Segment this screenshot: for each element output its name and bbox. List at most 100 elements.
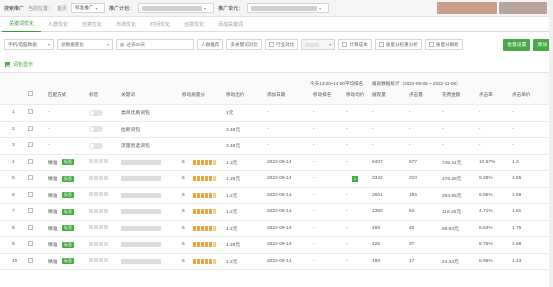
table-row[interactable]: 9 精准 标签 6 1.28元 2022-09-14 - - 425 37 8.70% 1.58: [0, 237, 553, 254]
bid-price[interactable]: 1.2元: [226, 258, 237, 265]
match-type[interactable]: -: [48, 110, 50, 115]
col-avg[interactable]: 移动均价: [346, 92, 364, 98]
match-type[interactable]: 精准: [48, 192, 58, 199]
industry-compare-toggle[interactable]: 行业对比: [264, 39, 299, 50]
batch-settings-button[interactable]: 批量设置: [503, 38, 531, 51]
table-row[interactable]: 3 - 流量智选词包 3.48元 - - - - - - - -: [0, 138, 553, 155]
table-row[interactable]: 1 - 类目优质词包 1元 - - - - - - - -: [0, 105, 553, 122]
bid-price[interactable]: 1.28元: [226, 241, 240, 248]
tab-market-optimize[interactable]: 市场优化: [109, 17, 143, 32]
row-checkbox[interactable]: [28, 158, 33, 164]
col-cpc[interactable]: 点击单价: [512, 92, 530, 98]
table-row[interactable]: 8 精准 标签 6 1.2元 2022-09-14 - - 469 40 69.93元 8.53% 1.…: [0, 221, 553, 237]
col-rank[interactable]: 移动排名: [313, 92, 331, 98]
scrollbar[interactable]: [549, 0, 553, 287]
row-checkbox[interactable]: [28, 191, 33, 197]
checkbox[interactable]: [378, 42, 384, 47]
bid-price[interactable]: 3.48元: [226, 142, 240, 149]
keyword-text[interactable]: 拉新词包: [121, 126, 140, 133]
keyword-toggle[interactable]: [89, 126, 103, 133]
match-type[interactable]: -: [48, 127, 50, 132]
table-row[interactable]: 10 精准 标签 6 1.2元 2022-09-14 - - 189 17 24.33元 8.99% 1…: [0, 254, 553, 270]
row-checkbox[interactable]: [28, 175, 33, 181]
date-range-input[interactable]: ▦ 过去30天: [116, 39, 194, 50]
row-checkbox[interactable]: [28, 208, 33, 214]
match-type[interactable]: 精准: [48, 225, 58, 232]
row-checkbox[interactable]: [28, 224, 33, 230]
table-row[interactable]: 2 - 拉新词包 3.48元 - - - - - - - -: [0, 122, 553, 138]
match-type[interactable]: 精准: [48, 258, 58, 265]
quality-bars: [193, 258, 216, 264]
home-link[interactable]: 首页: [57, 5, 67, 12]
device-select[interactable]: 手机/电脑数据 ▾: [4, 39, 54, 50]
tab-crowd-optimize[interactable]: 人群优化: [41, 17, 75, 32]
checkbox[interactable]: [268, 42, 274, 47]
tab-add-keyword[interactable]: 添加关键词: [211, 17, 250, 32]
tab-creative-optimize[interactable]: 创意优化: [75, 17, 109, 32]
plan-select[interactable]: ▾: [138, 3, 215, 13]
row-checkbox[interactable]: [28, 241, 33, 247]
bid-price[interactable]: 1.2元: [226, 208, 237, 215]
table-row[interactable]: 6 精准 标签 6 1.2元 2022-09-14 - - 2661 185 293.55元 6.95…: [0, 188, 553, 204]
tab-time-optimize[interactable]: 时间优化: [143, 17, 177, 32]
match-type[interactable]: -: [48, 143, 50, 148]
row-checkbox[interactable]: [28, 109, 33, 115]
col-match[interactable]: 匹配方式: [48, 92, 66, 98]
row-checkbox[interactable]: [28, 142, 33, 148]
keyword-text[interactable]: 流量智选词包: [121, 142, 150, 149]
checkbox[interactable]: [428, 42, 434, 47]
table-row[interactable]: 5 精准 标签 6 1.28元 2022-09-14 - 1 3342 310 476.28元 9.2…: [0, 171, 553, 188]
table-row[interactable]: 4 精准 标签 6 1.3元 2022-09-14 - - 5407 577 746.31元 10.6…: [0, 155, 553, 171]
tab-creative-optimize-2[interactable]: 创意优化: [177, 17, 211, 32]
bid-price[interactable]: 1.2元: [226, 225, 237, 232]
compute-cost-toggle[interactable]: 计算成本: [338, 39, 372, 50]
bid-price[interactable]: 1.28元: [226, 175, 240, 182]
keyword-blurred[interactable]: [121, 258, 161, 264]
keyword-blurred[interactable]: [121, 192, 161, 198]
keyword-toggle[interactable]: [89, 109, 103, 116]
avg-price: -: [346, 258, 348, 264]
industry-select[interactable]: ▾: [301, 39, 336, 50]
keyword-text[interactable]: 类目优质词包: [121, 109, 150, 116]
col-clicks[interactable]: 点击量: [409, 92, 423, 98]
multi-keyword-compare-button[interactable]: 多关键词对比: [226, 39, 262, 50]
col-cost[interactable]: 花费金额: [442, 92, 460, 98]
match-type[interactable]: 精准: [48, 159, 58, 166]
row-checkbox[interactable]: [28, 125, 33, 131]
keyword-blurred[interactable]: [121, 209, 161, 215]
bid-price[interactable]: 3.48元: [226, 126, 240, 133]
keyword-blurred[interactable]: [121, 176, 161, 182]
quality-score-button[interactable]: 质量分解析: [424, 39, 463, 50]
crowd-recommend-button[interactable]: 人群推荐: [197, 39, 224, 50]
tag-placeholders: [89, 258, 109, 264]
unit-select[interactable]: ▾: [247, 3, 330, 13]
col-date[interactable]: 添加日期: [267, 92, 285, 98]
keyword-blurred[interactable]: [121, 225, 161, 231]
chevron-down-icon: ▾: [204, 5, 207, 11]
rank-badge[interactable]: 1: [352, 175, 358, 182]
select-all-checkbox[interactable]: [28, 91, 33, 96]
col-impressions[interactable]: 展现量: [372, 92, 386, 98]
checkbox-checked[interactable]: [5, 62, 10, 67]
bid-price[interactable]: 1.2元: [226, 192, 237, 199]
col-keyword[interactable]: 关键词: [121, 92, 135, 98]
keyword-blurred[interactable]: [121, 159, 161, 165]
col-ctr[interactable]: 点击率: [479, 92, 493, 98]
bid-price[interactable]: 1.3元: [226, 159, 237, 166]
quality-weight-button[interactable]: 质量分权重分析: [374, 39, 422, 50]
match-type[interactable]: 精准: [48, 175, 58, 182]
words-display-toggle[interactable]: 词包显示: [0, 60, 553, 69]
col-price[interactable]: 移动出价: [226, 92, 244, 98]
metric-select[interactable]: 总数据变化 ▾: [57, 39, 113, 50]
standard-select[interactable]: 标准推广 ▾: [71, 3, 106, 13]
row-checkbox[interactable]: [28, 257, 33, 263]
keyword-blurred[interactable]: [121, 242, 161, 248]
table-row[interactable]: 7 精准 标签 6 1.2元 2022-09-14 - - 1360 64 116.25元 4.71%…: [0, 204, 553, 221]
keyword-toggle[interactable]: [89, 142, 103, 149]
match-type[interactable]: 精准: [48, 208, 58, 215]
match-type[interactable]: 精准: [48, 241, 58, 248]
checkbox[interactable]: [342, 42, 348, 47]
col-quality[interactable]: 移动质量分: [182, 92, 205, 98]
tab-keyword-optimize[interactable]: 关键词优化: [2, 17, 42, 32]
bid-price[interactable]: 1元: [226, 109, 233, 116]
